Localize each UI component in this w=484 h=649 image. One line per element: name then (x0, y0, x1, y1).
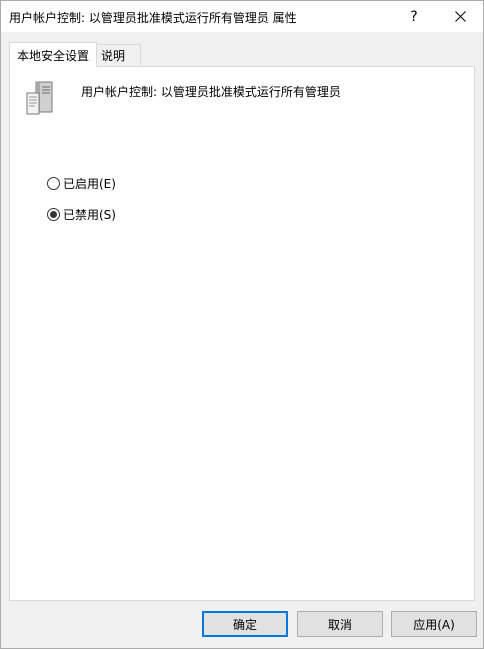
radio-enabled-label[interactable]: 已启用(E) (63, 175, 116, 192)
radio-disabled[interactable]: 已禁用(S) (47, 205, 116, 223)
ok-button-label: 确定 (232, 617, 257, 632)
close-button[interactable] (437, 1, 483, 32)
cancel-button-label: 取消 (327, 617, 352, 632)
radio-enabled-indicator[interactable] (47, 176, 60, 190)
tab-panel: 用户帐户控制: 以管理员批准模式运行所有管理员 已启用(E) 已禁用(S) (9, 66, 475, 601)
apply-button-label: 应用(A) (413, 617, 455, 632)
close-icon (454, 11, 466, 22)
radio-disabled-label[interactable]: 已禁用(S) (63, 206, 116, 223)
title-bar: 用户帐户控制: 以管理员批准模式运行所有管理员 属性 ? (1, 1, 483, 32)
tab-local-security-setting[interactable]: 本地安全设置 (9, 42, 97, 67)
properties-dialog: 用户帐户控制: 以管理员批准模式运行所有管理员 属性 ? 本地安全设置 说明 用… (0, 0, 484, 649)
help-button[interactable]: ? (391, 1, 437, 32)
server-policy-icon (26, 81, 53, 115)
cancel-button[interactable]: 取消 (297, 611, 383, 637)
tab-explain[interactable]: 说明 (96, 44, 141, 66)
window-title: 用户帐户控制: 以管理员批准模式运行所有管理员 属性 (9, 11, 297, 25)
radio-enabled[interactable]: 已启用(E) (47, 174, 116, 192)
policy-name: 用户帐户控制: 以管理员批准模式运行所有管理员 (81, 85, 341, 99)
radio-disabled-indicator[interactable] (47, 207, 60, 221)
apply-button[interactable]: 应用(A) (391, 611, 477, 637)
ok-button[interactable]: 确定 (202, 611, 288, 637)
help-label: ? (410, 8, 418, 25)
